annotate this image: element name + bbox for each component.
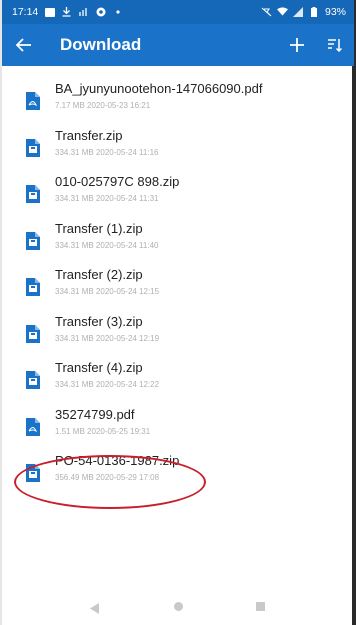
file-name: 010-025797C 898.zip <box>55 174 180 189</box>
file-meta: 334.31 MB 2020-05-24 12:22 <box>55 380 160 389</box>
list-item[interactable]: PO-54-0136-1987.zip 356.49 MB 2020-05-29… <box>2 452 354 499</box>
file-text: PO-54-0136-1987.zip 356.49 MB 2020-05-29… <box>55 452 345 484</box>
zip-file-icon <box>26 371 40 389</box>
nav-recents-icon[interactable] <box>256 602 265 611</box>
zip-file-icon <box>26 138 40 157</box>
pdf-file-icon <box>26 417 40 436</box>
dot-icon <box>112 7 123 18</box>
status-left: 17:14 <box>12 6 123 18</box>
file-text: Transfer (4).zip 334.31 MB 2020-05-24 12… <box>55 359 345 391</box>
file-name: Transfer.zip <box>55 127 123 143</box>
file-meta: 334.31 MB 2020-05-24 12:15 <box>55 287 160 296</box>
zip-file-icon <box>26 185 40 203</box>
sort-button[interactable] <box>320 24 350 66</box>
file-name: 35274799.pdf <box>55 406 135 422</box>
zip-file-icon <box>26 464 40 482</box>
screen: 17:14 93% Download BA_jyunyunootehon-147… <box>0 0 356 625</box>
back-button[interactable] <box>2 24 46 66</box>
nav-back-icon[interactable] <box>90 601 99 619</box>
file-text: Transfer (1).zip 334.31 MB 2020-05-24 11… <box>55 220 345 252</box>
file-name: Transfer (4).zip <box>55 360 143 375</box>
list-item[interactable]: 35274799.pdf 1.51 MB 2020-05-25 19:31 <box>2 406 354 453</box>
add-button[interactable] <box>282 24 312 66</box>
file-name: Transfer (3).zip <box>55 313 143 329</box>
pdf-file-icon <box>26 92 40 110</box>
file-text: Transfer.zip 334.31 MB 2020-05-24 11:16 <box>55 127 345 159</box>
file-meta: 334.31 MB 2020-05-24 12:19 <box>55 333 160 343</box>
zip-file-icon <box>26 324 40 343</box>
list-item[interactable]: Transfer (2).zip 334.31 MB 2020-05-24 12… <box>2 266 354 313</box>
list-item[interactable]: Transfer (3).zip 334.31 MB 2020-05-24 12… <box>2 313 354 360</box>
file-meta: 334.31 MB 2020-05-24 11:31 <box>55 194 159 203</box>
file-text: 010-025797C 898.zip 334.31 MB 2020-05-24… <box>55 173 345 205</box>
message-icon <box>44 7 55 18</box>
zip-file-icon <box>26 231 40 250</box>
file-list: BA_jyunyunootehon-147066090.pdf 7.17 MB … <box>2 80 354 499</box>
page-title: Download <box>60 35 142 54</box>
list-item[interactable]: 010-025797C 898.zip 334.31 MB 2020-05-24… <box>2 173 354 220</box>
plus-icon <box>290 38 304 52</box>
list-item[interactable]: Transfer (4).zip 334.31 MB 2020-05-24 12… <box>2 359 354 406</box>
battery-icon <box>309 7 320 18</box>
status-bar: 17:14 93% <box>2 0 354 24</box>
sort-icon <box>328 39 342 52</box>
list-item[interactable]: Transfer.zip 334.31 MB 2020-05-24 11:16 <box>2 127 354 174</box>
file-meta: 356.49 MB 2020-05-29 17:08 <box>55 473 160 482</box>
navigation-bar <box>2 588 354 625</box>
file-text: Transfer (3).zip 334.31 MB 2020-05-24 12… <box>55 313 345 345</box>
signal-icon <box>293 7 304 18</box>
list-item[interactable]: Transfer (1).zip 334.31 MB 2020-05-24 11… <box>2 220 354 267</box>
file-name: PO-54-0136-1987.zip <box>55 453 180 468</box>
file-meta: 1.51 MB 2020-05-25 19:31 <box>55 426 151 436</box>
status-time: 17:14 <box>12 6 39 18</box>
file-meta: 334.31 MB 2020-05-24 11:16 <box>55 147 159 157</box>
file-meta: 7.17 MB 2020-05-23 16:21 <box>55 101 151 110</box>
file-name: Transfer (1).zip <box>55 220 143 236</box>
file-text: Transfer (2).zip 334.31 MB 2020-05-24 12… <box>55 266 345 298</box>
list-item[interactable]: BA_jyunyunootehon-147066090.pdf 7.17 MB … <box>2 80 354 127</box>
arrow-back-icon <box>16 38 31 52</box>
file-text: 35274799.pdf 1.51 MB 2020-05-25 19:31 <box>55 406 345 438</box>
mute-icon <box>261 7 272 18</box>
zip-file-icon <box>26 278 40 296</box>
wifi-icon <box>276 7 288 18</box>
app-icon <box>95 7 106 18</box>
file-meta: 334.31 MB 2020-05-24 11:40 <box>55 240 159 250</box>
file-name: BA_jyunyunootehon-147066090.pdf <box>55 81 263 96</box>
app-bar: Download <box>2 24 354 66</box>
battery-percent: 93% <box>324 6 346 18</box>
status-right: 93% <box>261 6 346 18</box>
signal-alt-icon <box>78 7 89 18</box>
file-text: BA_jyunyunootehon-147066090.pdf 7.17 MB … <box>55 80 345 112</box>
nav-home-icon[interactable] <box>174 602 183 611</box>
file-name: Transfer (2).zip <box>55 267 143 282</box>
download-icon <box>61 7 72 18</box>
